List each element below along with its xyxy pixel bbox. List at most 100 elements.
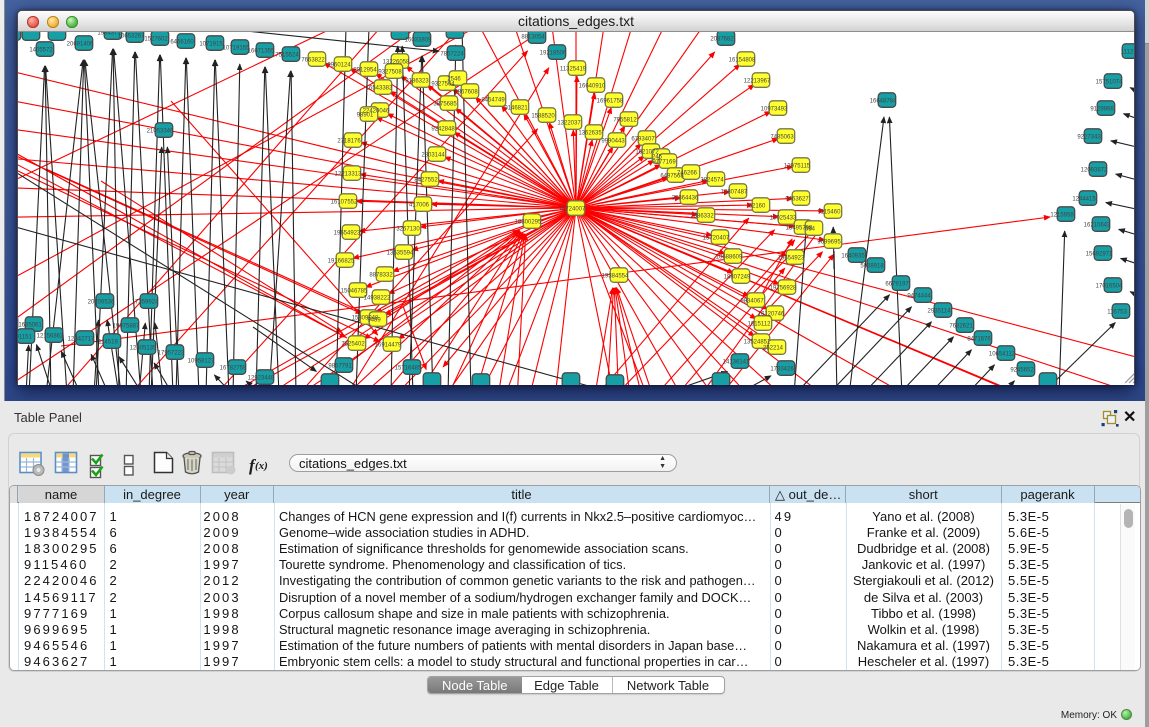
svg-text:10973493: 10973493 (761, 107, 788, 113)
svg-text:62160: 62160 (749, 204, 766, 210)
svg-text:8912954: 8912954 (353, 68, 377, 74)
svg-text:7485063: 7485063 (770, 135, 794, 141)
svg-text:8813054: 8813054 (521, 35, 545, 41)
svg-text:7857224: 7857224 (440, 52, 464, 58)
svg-text:1640935: 1640935 (841, 254, 865, 260)
svg-text:9857791: 9857791 (328, 364, 352, 370)
svg-text:9242848: 9242848 (431, 127, 455, 133)
svg-text:1733426: 1733426 (770, 367, 794, 373)
svg-text:1112: 1112 (1121, 50, 1134, 56)
svg-text:16210643: 16210643 (1084, 223, 1111, 229)
svg-text:15046785: 15046785 (341, 289, 368, 295)
svg-text:252214: 252214 (763, 346, 784, 352)
svg-text:1244415: 1244415 (1072, 197, 1096, 203)
svg-text:19218506: 19218506 (540, 51, 567, 57)
svg-text:17359924: 17359924 (132, 300, 159, 306)
svg-text:12923448: 12923448 (248, 376, 275, 382)
svg-text:1588520: 1588520 (531, 114, 555, 120)
svg-text:14136141: 14136141 (723, 360, 750, 366)
svg-text:20691406: 20691406 (67, 42, 94, 48)
svg-text:116753: 116753 (1107, 310, 1127, 316)
svg-text:18724007: 18724007 (559, 207, 586, 213)
svg-text:5938918: 5938918 (860, 264, 884, 270)
svg-text:10688609: 10688609 (716, 255, 743, 261)
svg-text:19654923: 19654923 (334, 231, 361, 237)
svg-text:1215958: 1215958 (1050, 213, 1074, 219)
svg-text:3875685: 3875685 (433, 102, 457, 108)
svg-text:10719155: 10719155 (223, 46, 250, 52)
svg-text:2087682: 2087682 (710, 37, 734, 43)
svg-text:16671355: 16671355 (248, 49, 275, 55)
svg-text:13226058: 13226058 (383, 60, 410, 66)
svg-text:14938222: 14938222 (364, 296, 391, 302)
svg-text:21053346: 21053346 (147, 129, 174, 135)
svg-text:984: 984 (805, 227, 816, 233)
svg-text:9245652: 9245652 (1010, 368, 1034, 374)
svg-text:9129966: 9129966 (1090, 107, 1114, 113)
svg-text:114519: 114519 (98, 340, 118, 346)
svg-text:9327508: 9327508 (378, 70, 402, 76)
svg-text:10653267: 10653267 (118, 34, 145, 40)
svg-text:8471676: 8471676 (967, 337, 991, 343)
svg-text:12213313: 12213313 (335, 172, 362, 178)
svg-text:6466160: 6466160 (170, 40, 194, 46)
svg-text:2803144: 2803144 (421, 153, 445, 159)
svg-text:12156862: 12156862 (37, 334, 64, 340)
svg-text:12213967: 12213967 (744, 79, 771, 85)
svg-text:19975887: 19975887 (113, 324, 140, 330)
svg-text:13535594: 13535594 (387, 251, 414, 257)
svg-text:9115460: 9115460 (818, 210, 842, 216)
svg-text:98901: 98901 (357, 113, 374, 119)
svg-text:19166825: 19166825 (328, 259, 355, 265)
svg-text:15720407: 15720407 (703, 236, 730, 242)
svg-text:2546: 2546 (447, 77, 461, 83)
svg-text:7632621: 7632621 (949, 324, 973, 330)
svg-text:1615112: 1615112 (748, 322, 772, 328)
svg-text:2886332: 2886332 (690, 214, 714, 220)
svg-text:18300295: 18300295 (515, 220, 542, 226)
svg-text:15716485: 15716485 (395, 366, 422, 372)
svg-text:16648784: 16648784 (870, 99, 897, 105)
svg-text:2935114: 2935114 (928, 309, 952, 315)
svg-text:1362635: 1362635 (578, 131, 602, 137)
svg-text:15751074: 15751074 (1096, 80, 1123, 86)
svg-text:19654923: 19654923 (778, 256, 805, 262)
svg-text:7515524: 7515524 (275, 53, 299, 59)
svg-text:19756928: 19756928 (770, 286, 797, 292)
svg-text:9489: 9489 (367, 318, 381, 324)
svg-text:9699695: 9699695 (817, 240, 841, 246)
svg-text:12093872: 12093872 (1081, 168, 1108, 174)
svg-text:2867608: 2867608 (454, 90, 478, 96)
svg-text:417006: 417006 (409, 203, 430, 209)
svg-text:19384554: 19384554 (602, 274, 629, 280)
svg-text:16961758: 16961758 (597, 99, 624, 105)
svg-text:7955812: 7955812 (613, 118, 637, 124)
svg-text:18807249: 18807249 (724, 275, 751, 281)
svg-text:8454749: 8454749 (481, 98, 505, 104)
svg-text:7625402: 7625402 (341, 342, 365, 348)
svg-text:12342717: 12342717 (68, 337, 95, 343)
svg-text:8878332: 8878332 (369, 273, 393, 279)
svg-text:746266: 746266 (677, 171, 698, 177)
svg-text:9146821: 9146821 (504, 106, 528, 112)
svg-text:10807487: 10807487 (721, 190, 748, 196)
svg-text:16640910: 16640910 (579, 84, 606, 90)
svg-text:12505135: 12505135 (130, 346, 157, 352)
svg-text:9960124: 9960124 (327, 63, 351, 69)
svg-text:8427552: 8427552 (414, 178, 438, 184)
svg-text:10025433: 10025433 (770, 216, 797, 222)
svg-text:16107552: 16107552 (331, 200, 358, 206)
svg-text:16543382: 16543382 (366, 86, 393, 92)
svg-text:16154808: 16154808 (729, 58, 756, 64)
svg-text:1322037: 1322037 (557, 121, 581, 127)
svg-text:10958127: 10958127 (188, 359, 215, 365)
svg-text:9227343: 9227343 (1077, 135, 1101, 141)
svg-text:391151: 391151 (18, 335, 32, 341)
svg-text:1527602: 1527602 (144, 37, 168, 43)
svg-text:9463627: 9463627 (785, 197, 809, 203)
svg-text:16120746: 16120746 (758, 312, 785, 318)
svg-text:12975115: 12975115 (784, 164, 811, 170)
svg-text:6793407: 6793407 (631, 137, 655, 143)
svg-text:16033809: 16033809 (405, 38, 432, 44)
svg-text:10654112: 10654112 (989, 352, 1016, 358)
